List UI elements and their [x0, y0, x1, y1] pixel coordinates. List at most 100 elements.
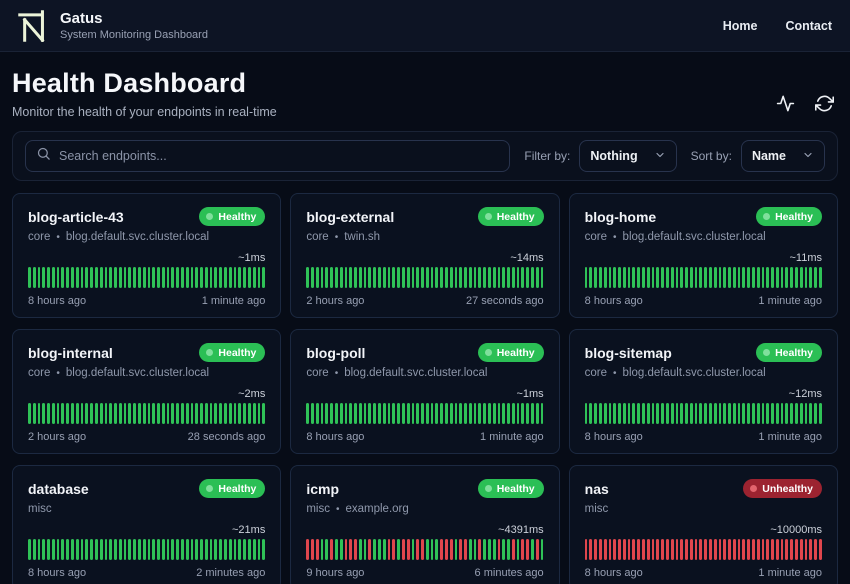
status-bar[interactable] — [440, 403, 443, 424]
status-bar[interactable] — [623, 539, 626, 560]
status-bar[interactable] — [599, 539, 602, 560]
uptime-bars[interactable] — [28, 539, 265, 560]
status-bar[interactable] — [517, 403, 520, 424]
status-bar[interactable] — [498, 539, 501, 560]
status-bar[interactable] — [814, 539, 817, 560]
status-bar[interactable] — [747, 539, 750, 560]
status-bar[interactable] — [191, 403, 194, 424]
status-bar[interactable] — [262, 267, 265, 288]
status-bar[interactable] — [738, 539, 741, 560]
status-bar[interactable] — [181, 267, 184, 288]
status-bar[interactable] — [671, 267, 674, 288]
status-bar[interactable] — [604, 403, 607, 424]
status-bar[interactable] — [809, 403, 812, 424]
status-bar[interactable] — [119, 403, 122, 424]
status-bar[interactable] — [628, 539, 631, 560]
status-bar[interactable] — [388, 539, 391, 560]
status-bar[interactable] — [747, 403, 750, 424]
status-bar[interactable] — [248, 267, 251, 288]
status-bar[interactable] — [795, 539, 798, 560]
status-bar[interactable] — [531, 539, 534, 560]
status-bar[interactable] — [258, 403, 261, 424]
status-bar[interactable] — [119, 267, 122, 288]
status-bar[interactable] — [28, 539, 31, 560]
status-bar[interactable] — [795, 267, 798, 288]
status-bar[interactable] — [738, 267, 741, 288]
status-bar[interactable] — [762, 403, 765, 424]
uptime-bars[interactable] — [28, 403, 265, 424]
uptime-bars[interactable] — [28, 267, 265, 288]
status-bar[interactable] — [128, 403, 131, 424]
status-bar[interactable] — [114, 403, 117, 424]
status-bar[interactable] — [248, 403, 251, 424]
status-bar[interactable] — [469, 403, 472, 424]
status-bar[interactable] — [28, 267, 31, 288]
status-bar[interactable] — [709, 267, 712, 288]
status-bar[interactable] — [474, 267, 477, 288]
status-bar[interactable] — [785, 267, 788, 288]
status-bar[interactable] — [431, 403, 434, 424]
status-bar[interactable] — [52, 539, 55, 560]
status-bar[interactable] — [109, 267, 112, 288]
status-bar[interactable] — [464, 539, 467, 560]
status-bar[interactable] — [397, 403, 400, 424]
status-bar[interactable] — [781, 403, 784, 424]
status-bar[interactable] — [340, 267, 343, 288]
status-bar[interactable] — [455, 267, 458, 288]
status-bar[interactable] — [656, 403, 659, 424]
status-bar[interactable] — [402, 267, 405, 288]
status-bar[interactable] — [752, 539, 755, 560]
status-bar[interactable] — [200, 267, 203, 288]
status-bar[interactable] — [613, 539, 616, 560]
status-bar[interactable] — [378, 267, 381, 288]
status-bar[interactable] — [349, 539, 352, 560]
status-bar[interactable] — [349, 267, 352, 288]
status-bar[interactable] — [719, 403, 722, 424]
status-bar[interactable] — [814, 403, 817, 424]
status-bar[interactable] — [200, 539, 203, 560]
status-bar[interactable] — [488, 403, 491, 424]
status-bar[interactable] — [330, 403, 333, 424]
status-bar[interactable] — [652, 539, 655, 560]
status-bar[interactable] — [345, 267, 348, 288]
endpoint-card[interactable]: database Healthy misc ~21ms 8 hours ago … — [12, 465, 281, 584]
status-bar[interactable] — [512, 267, 515, 288]
status-bar[interactable] — [790, 403, 793, 424]
status-bar[interactable] — [28, 403, 31, 424]
status-bar[interactable] — [781, 539, 784, 560]
status-bar[interactable] — [440, 267, 443, 288]
status-bar[interactable] — [219, 403, 222, 424]
status-bar[interactable] — [42, 403, 45, 424]
status-bar[interactable] — [599, 267, 602, 288]
status-bar[interactable] — [90, 539, 93, 560]
status-bar[interactable] — [162, 267, 165, 288]
status-bar[interactable] — [345, 403, 348, 424]
endpoint-card[interactable]: blog-external Healthy core•twin.sh ~14ms… — [290, 193, 559, 318]
status-bar[interactable] — [195, 403, 198, 424]
status-bar[interactable] — [412, 403, 415, 424]
status-bar[interactable] — [195, 267, 198, 288]
status-bar[interactable] — [325, 267, 328, 288]
status-bar[interactable] — [105, 267, 108, 288]
status-bar[interactable] — [335, 539, 338, 560]
status-bar[interactable] — [52, 403, 55, 424]
status-bar[interactable] — [493, 403, 496, 424]
status-bar[interactable] — [33, 403, 36, 424]
status-bar[interactable] — [488, 267, 491, 288]
status-bar[interactable] — [723, 403, 726, 424]
status-bar[interactable] — [181, 403, 184, 424]
status-bar[interactable] — [541, 267, 544, 288]
status-bar[interactable] — [771, 539, 774, 560]
status-bar[interactable] — [138, 539, 141, 560]
status-bar[interactable] — [666, 539, 669, 560]
status-bar[interactable] — [368, 539, 371, 560]
status-bar[interactable] — [210, 403, 213, 424]
status-bar[interactable] — [585, 539, 588, 560]
status-bar[interactable] — [162, 403, 165, 424]
status-bar[interactable] — [359, 403, 362, 424]
status-bar[interactable] — [589, 403, 592, 424]
status-bar[interactable] — [133, 267, 136, 288]
status-bar[interactable] — [311, 539, 314, 560]
status-bar[interactable] — [483, 403, 486, 424]
status-bar[interactable] — [642, 539, 645, 560]
